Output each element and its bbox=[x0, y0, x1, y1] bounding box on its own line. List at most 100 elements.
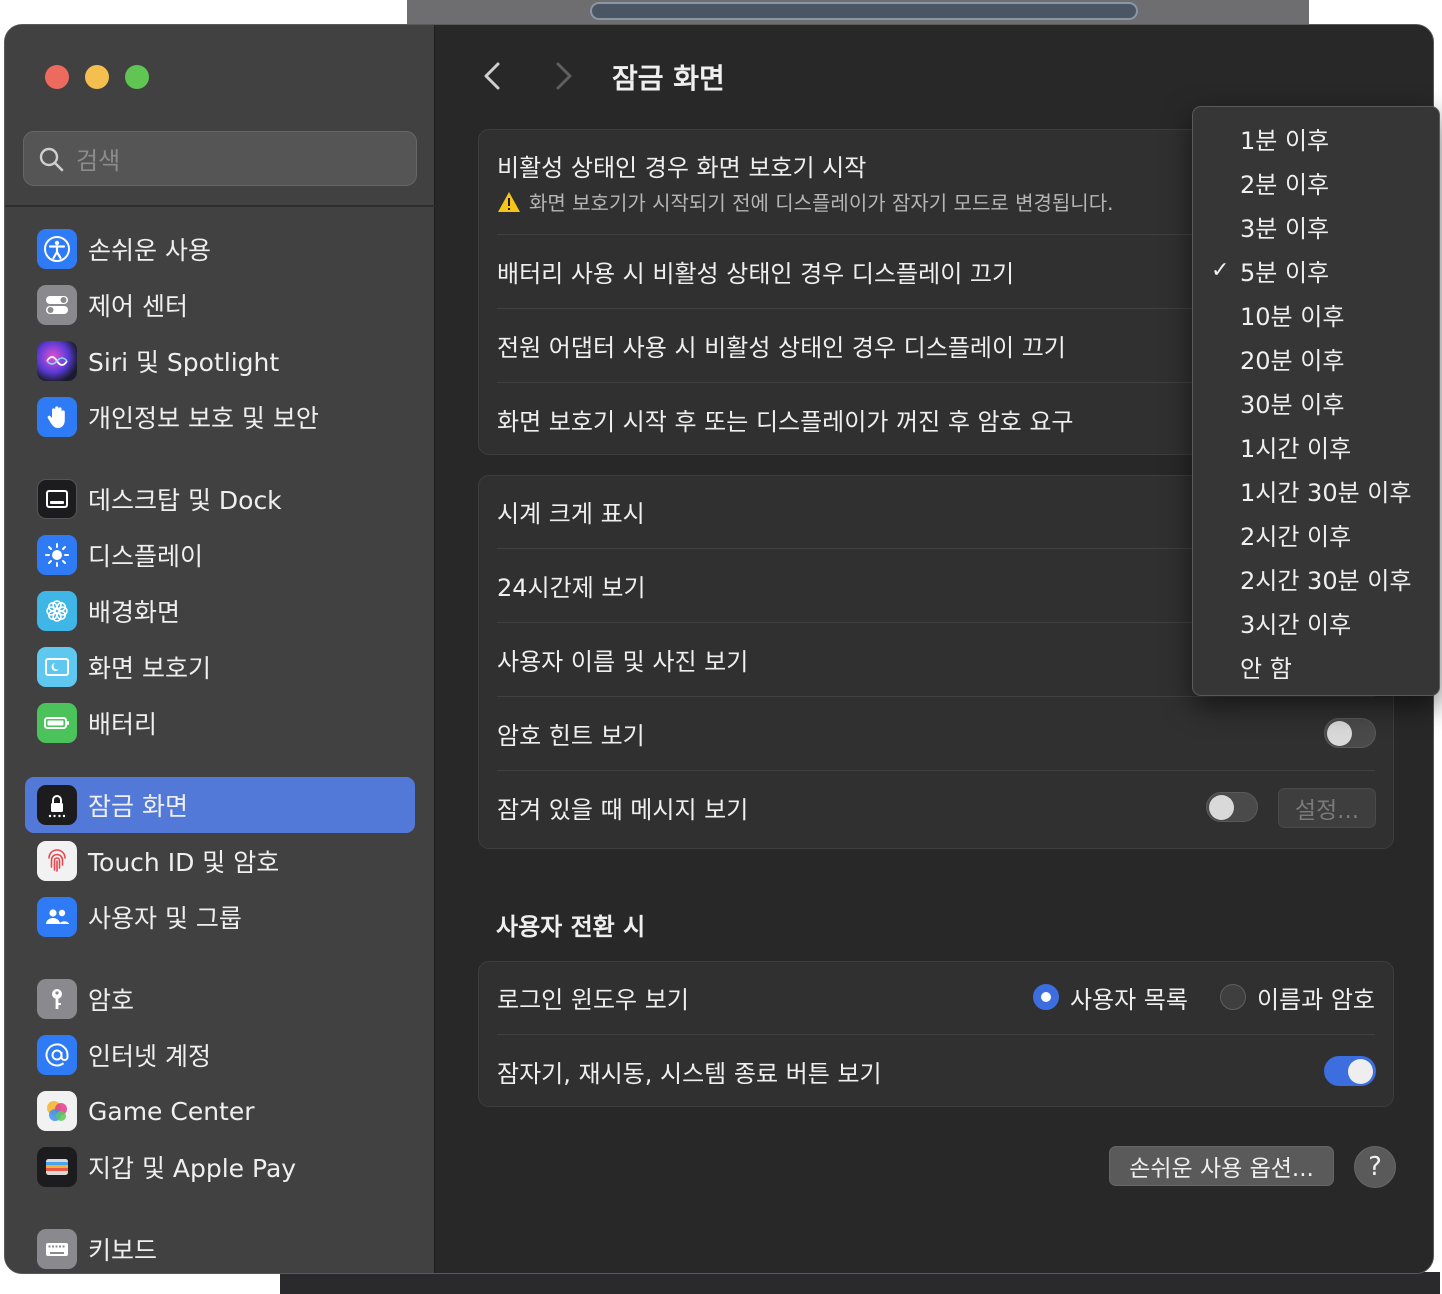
accessibility-options-button[interactable]: 손쉬운 사용 옵션... bbox=[1109, 1146, 1334, 1186]
fingerprint-icon bbox=[37, 841, 77, 881]
minimize-window-button[interactable] bbox=[85, 65, 109, 89]
menu-item-label: 1시간 이후 bbox=[1240, 434, 1352, 463]
power-buttons-toggle[interactable] bbox=[1324, 1056, 1376, 1086]
menu-item[interactable]: 2시간 이후 bbox=[1193, 512, 1439, 556]
sidebar-item-desktop-dock[interactable]: 데스크탑 및 Dock bbox=[25, 471, 415, 527]
menu-item[interactable]: 20분 이후 bbox=[1193, 336, 1439, 380]
menu-item[interactable]: 안 함 bbox=[1193, 644, 1439, 688]
sidebar: 검색 손쉬운 사용 제어 센터 Siri 및 Spotlight 개인정보 보호… bbox=[5, 25, 435, 1273]
sidebar-item-label: 인터넷 계정 bbox=[88, 1042, 211, 1071]
user-switch-section-title: 사용자 전환 시 bbox=[496, 913, 646, 941]
toggle-knob bbox=[1348, 1059, 1373, 1084]
menu-item[interactable]: 2분 이후 bbox=[1193, 160, 1439, 204]
lock-icon bbox=[37, 785, 77, 825]
sidebar-item-keyboard[interactable]: 키보드 bbox=[25, 1221, 415, 1273]
menu-item[interactable]: 1시간 30분 이후 bbox=[1193, 468, 1439, 512]
menu-item-label: 30분 이후 bbox=[1240, 390, 1345, 419]
power-buttons-row: 잠자기, 재시동, 시스템 종료 버튼 보기 bbox=[497, 1048, 1375, 1094]
back-chevron-icon[interactable] bbox=[480, 61, 504, 91]
help-button[interactable]: ? bbox=[1354, 1146, 1396, 1188]
menu-item[interactable]: 1분 이후 bbox=[1193, 116, 1439, 160]
sidebar-item-wallpaper[interactable]: 배경화면 bbox=[25, 583, 415, 639]
locked-message-toggle[interactable] bbox=[1206, 792, 1258, 822]
locked-message-label: 잠겨 있을 때 메시지 보기 bbox=[497, 795, 749, 824]
menu-item-label: 1시간 30분 이후 bbox=[1240, 478, 1412, 507]
screensaver-icon bbox=[37, 647, 77, 687]
desktop-dock-edge bbox=[590, 2, 1138, 20]
menu-item-label: 5분 이후 bbox=[1240, 258, 1330, 287]
menu-item[interactable]: 30분 이후 bbox=[1193, 380, 1439, 424]
keyboard-icon bbox=[37, 1229, 77, 1269]
sidebar-item-wallet[interactable]: 지갑 및 Apple Pay bbox=[25, 1139, 415, 1195]
power-buttons-label: 잠자기, 재시동, 시스템 종료 버튼 보기 bbox=[497, 1059, 882, 1088]
game-center-icon bbox=[37, 1091, 77, 1131]
timeout-popup-menu: 1분 이후 2분 이후 3분 이후 ✓ 5분 이후 10분 이후 20분 이후 3… bbox=[1192, 106, 1440, 696]
at-icon bbox=[37, 1035, 77, 1075]
row-divider bbox=[497, 770, 1375, 771]
user-list-radio-label[interactable]: 사용자 목록 bbox=[1070, 980, 1188, 1015]
sidebar-item-battery[interactable]: 배터리 bbox=[25, 695, 415, 751]
sidebar-item-touch-id[interactable]: Touch ID 및 암호 bbox=[25, 833, 415, 889]
sidebar-item-accessibility[interactable]: 손쉬운 사용 bbox=[25, 221, 415, 277]
checkmark-icon: ✓ bbox=[1211, 257, 1230, 283]
menu-item-label: 3분 이후 bbox=[1240, 214, 1330, 243]
accessibility-icon bbox=[37, 229, 77, 269]
sidebar-item-privacy-security[interactable]: 개인정보 보호 및 보안 bbox=[25, 389, 415, 445]
sidebar-item-displays[interactable]: 디스플레이 bbox=[25, 527, 415, 583]
menu-item-label: 10분 이후 bbox=[1240, 302, 1345, 331]
require-password-label: 화면 보호기 시작 후 또는 디스플레이가 꺼진 후 암호 요구 bbox=[497, 407, 1074, 436]
sidebar-item-users-groups[interactable]: 사용자 및 그룹 bbox=[25, 889, 415, 945]
sidebar-item-label: 데스크탑 및 Dock bbox=[88, 486, 282, 515]
menu-item[interactable]: 10분 이후 bbox=[1193, 292, 1439, 336]
screensaver-warning: 화면 보호기가 시작되기 전에 디스플레이가 잠자기 모드로 변경됩니다. bbox=[497, 187, 1113, 216]
dock-icon bbox=[37, 479, 77, 519]
password-hint-toggle[interactable] bbox=[1324, 718, 1376, 748]
sidebar-item-label: 잠금 화면 bbox=[88, 792, 188, 821]
message-set-button[interactable]: 설정... bbox=[1278, 788, 1376, 828]
sidebar-item-lock-screen[interactable]: 잠금 화면 bbox=[25, 777, 415, 833]
row-divider bbox=[497, 1034, 1375, 1035]
sidebar-item-label: 제어 센터 bbox=[88, 292, 188, 321]
screensaver-start-label: 비활성 상태인 경우 화면 보호기 시작 bbox=[497, 154, 867, 182]
sidebar-item-label: 키보드 bbox=[88, 1236, 158, 1265]
close-window-button[interactable] bbox=[45, 65, 69, 89]
sidebar-item-label: 사용자 및 그룹 bbox=[88, 904, 242, 933]
menu-item-label: 2시간 이후 bbox=[1240, 522, 1352, 551]
sidebar-item-screen-saver[interactable]: 화면 보호기 bbox=[25, 639, 415, 695]
battery-icon bbox=[37, 703, 77, 743]
sidebar-divider bbox=[5, 205, 435, 207]
login-window-row: 로그인 윈도우 보기 사용자 목록 이름과 암호 bbox=[497, 974, 1375, 1020]
forward-chevron-icon[interactable] bbox=[552, 61, 576, 91]
clock-24h-label: 24시간제 보기 bbox=[497, 573, 646, 602]
sidebar-item-passwords[interactable]: 암호 bbox=[25, 971, 415, 1027]
hand-icon bbox=[37, 397, 77, 437]
sidebar-item-internet-accounts[interactable]: 인터넷 계정 bbox=[25, 1027, 415, 1083]
sidebar-item-label: 손쉬운 사용 bbox=[88, 236, 211, 265]
desktop-bottom bbox=[280, 1272, 1440, 1294]
menu-item[interactable]: 3분 이후 bbox=[1193, 204, 1439, 248]
name-password-radio-label[interactable]: 이름과 암호 bbox=[1257, 980, 1375, 1015]
menu-item[interactable]: 2시간 30분 이후 bbox=[1193, 556, 1439, 600]
sidebar-item-game-center[interactable]: Game Center bbox=[25, 1083, 415, 1139]
menu-item-label: 안 함 bbox=[1240, 654, 1292, 683]
sidebar-item-label: Game Center bbox=[88, 1096, 255, 1126]
sidebar-item-siri-spotlight[interactable]: Siri 및 Spotlight bbox=[25, 333, 415, 389]
toggle-knob bbox=[1327, 721, 1352, 746]
toggle-knob bbox=[1209, 795, 1234, 820]
login-window-label: 로그인 윈도우 보기 bbox=[497, 985, 689, 1014]
menu-item[interactable]: 3시간 이후 bbox=[1193, 600, 1439, 644]
search-input[interactable]: 검색 bbox=[23, 131, 417, 186]
password-hint-label: 암호 힌트 보기 bbox=[497, 721, 645, 750]
menu-item[interactable]: 1시간 이후 bbox=[1193, 424, 1439, 468]
zoom-window-button[interactable] bbox=[125, 65, 149, 89]
user-list-radio[interactable] bbox=[1032, 984, 1059, 1010]
key-icon bbox=[37, 979, 77, 1019]
search-icon bbox=[39, 147, 64, 171]
name-password-radio[interactable] bbox=[1219, 984, 1246, 1010]
menu-item-label: 1분 이후 bbox=[1240, 126, 1330, 155]
sidebar-item-control-center[interactable]: 제어 센터 bbox=[25, 277, 415, 333]
flower-icon bbox=[37, 591, 77, 631]
sidebar-item-label: 배터리 bbox=[88, 710, 158, 739]
menu-item-selected[interactable]: ✓ 5분 이후 bbox=[1193, 248, 1439, 292]
username-photo-label: 사용자 이름 및 사진 보기 bbox=[497, 647, 749, 676]
